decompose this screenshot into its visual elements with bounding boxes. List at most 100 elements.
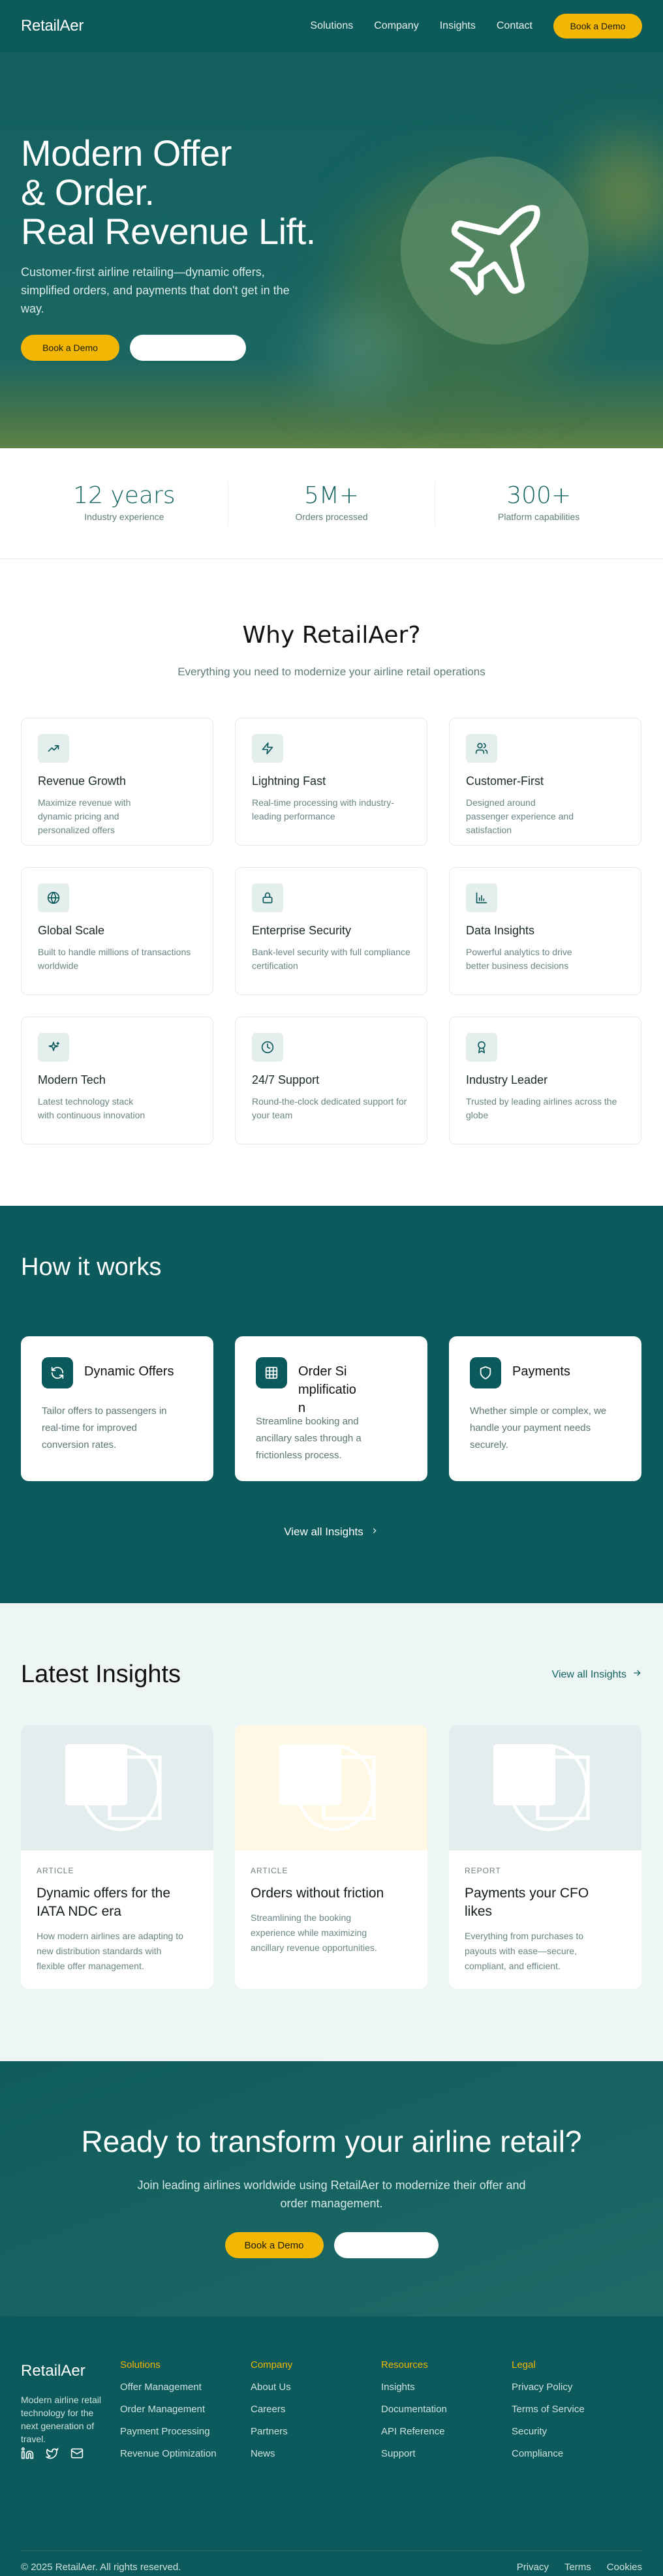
footer-privacy-link[interactable]: Privacy bbox=[517, 2562, 549, 2573]
feature-title: Customer-First bbox=[466, 774, 544, 788]
hero-secondary-button[interactable] bbox=[130, 335, 246, 361]
globe-icon bbox=[38, 883, 69, 912]
step-card: Payments Whether simple or complex, we h… bbox=[449, 1336, 641, 1481]
stat-label: Orders processed bbox=[295, 511, 368, 522]
nav-contact[interactable]: Contact bbox=[497, 20, 532, 32]
step-card: Dynamic Offers Tailor offers to passenge… bbox=[21, 1336, 213, 1481]
hero-title-line: Real Revenue Lift. bbox=[21, 211, 316, 252]
nav-company[interactable]: Company bbox=[374, 20, 418, 32]
footer-column-title: Legal bbox=[512, 2359, 536, 2370]
insights-grid: ARTICLE Dynamic offers for the IATA NDC … bbox=[21, 1725, 642, 1989]
nav-solutions[interactable]: Solutions bbox=[310, 20, 353, 32]
insight-card[interactable]: ARTICLE Orders without friction Streamli… bbox=[235, 1725, 427, 1989]
footer-link[interactable]: Privacy Policy bbox=[512, 2382, 642, 2393]
view-all-insights-link[interactable]: View all Insights bbox=[21, 1526, 642, 1539]
steps-grid: Dynamic Offers Tailor offers to passenge… bbox=[21, 1336, 642, 1481]
footer-link[interactable]: Careers bbox=[251, 2404, 381, 2415]
feature-card: Modern Tech Latest technology stack with… bbox=[21, 1017, 213, 1144]
hero-illustration bbox=[401, 157, 589, 345]
insight-title: Payments your CFO likes bbox=[465, 1886, 589, 1919]
cta-subtitle: Join leading airlines worldwide using Re… bbox=[137, 2179, 526, 2210]
footer-cookies-link[interactable]: Cookies bbox=[607, 2562, 642, 2573]
footer-link[interactable]: Partners bbox=[251, 2426, 381, 2437]
footer-tagline: Modern airline retail technology for the… bbox=[21, 2395, 101, 2444]
insight-desc: How modern airlines are adapting to new … bbox=[37, 1931, 183, 1971]
section-subtitle: Everything you need to modernize your ai… bbox=[177, 666, 486, 678]
feature-title: Revenue Growth bbox=[38, 774, 127, 788]
insight-image bbox=[235, 1725, 427, 1850]
insight-title: Orders without friction bbox=[251, 1886, 384, 1901]
feature-card: Industry Leader Trusted by leading airli… bbox=[449, 1017, 641, 1144]
insight-card[interactable]: REPORT Payments your CFO likes Everythin… bbox=[449, 1725, 641, 1989]
mail-icon[interactable] bbox=[70, 2447, 84, 2463]
feature-desc: Trusted by leading airlines across the g… bbox=[466, 1096, 617, 1120]
feature-card: Enterprise Security Bank-level security … bbox=[235, 867, 427, 995]
footer-link[interactable]: News bbox=[251, 2448, 381, 2459]
logo[interactable]: RetailAer bbox=[21, 17, 84, 35]
footer-column-title: Company bbox=[251, 2359, 293, 2370]
step-title: Dynamic Offers bbox=[84, 1364, 174, 1379]
footer-link[interactable]: Insights bbox=[381, 2382, 512, 2393]
step-desc: Streamline booking and ancillary sales t… bbox=[256, 1416, 362, 1461]
feature-desc: Built to handle millions of transactions… bbox=[38, 947, 191, 971]
shield-icon bbox=[470, 1357, 501, 1388]
footer-logo[interactable]: RetailAer bbox=[21, 2362, 120, 2380]
footer-link[interactable]: Terms of Service bbox=[512, 2404, 642, 2415]
footer-link[interactable]: Order Management bbox=[120, 2404, 251, 2415]
insight-type: REPORT bbox=[465, 1866, 501, 1875]
sparkles-icon bbox=[38, 1033, 69, 1062]
footer-column-title: Solutions bbox=[120, 2359, 161, 2370]
cta-secondary-button[interactable] bbox=[333, 2232, 439, 2258]
social-links bbox=[21, 2447, 120, 2463]
footer-terms-link[interactable]: Terms bbox=[564, 2562, 591, 2573]
hero-glow bbox=[307, 307, 405, 398]
lock-icon bbox=[252, 883, 283, 912]
refresh-icon bbox=[42, 1357, 73, 1388]
link-label: View all Insights bbox=[284, 1526, 363, 1538]
insight-card[interactable]: ARTICLE Dynamic offers for the IATA NDC … bbox=[21, 1725, 213, 1989]
feature-title: Modern Tech bbox=[38, 1073, 106, 1086]
footer-link[interactable]: Documentation bbox=[381, 2404, 512, 2415]
nav-book-demo-button[interactable]: Book a Demo bbox=[553, 14, 642, 38]
section-title: Why RetailAer? bbox=[242, 622, 421, 649]
hero-subtitle: Customer-first airline retailing—dynamic… bbox=[21, 266, 290, 315]
feature-desc: Round-the-clock dedicated support for yo… bbox=[252, 1096, 407, 1120]
insight-type: ARTICLE bbox=[37, 1866, 74, 1875]
step-desc: Whether simple or complex, we handle you… bbox=[470, 1405, 607, 1450]
nav-insights[interactable]: Insights bbox=[440, 20, 476, 32]
view-all-insights-link[interactable]: View all Insights bbox=[552, 1668, 642, 1681]
hero-book-demo-button[interactable]: Book a Demo bbox=[21, 335, 119, 361]
image-placeholder-icon bbox=[493, 1744, 589, 1832]
footer-column: Company About Us Careers Partners News bbox=[251, 2359, 381, 2463]
section-title: How it works bbox=[21, 1253, 162, 1281]
footer-link[interactable]: Revenue Optimization bbox=[120, 2448, 251, 2459]
footer-link[interactable]: Compliance bbox=[512, 2448, 642, 2459]
feature-desc: Powerful analytics to drive better busin… bbox=[466, 947, 572, 971]
zap-icon bbox=[252, 734, 283, 763]
bar-chart-icon bbox=[466, 883, 497, 912]
stat-label: Industry experience bbox=[84, 511, 164, 522]
footer-link[interactable]: Payment Processing bbox=[120, 2426, 251, 2437]
why-section: Why RetailAer? Everything you need to mo… bbox=[0, 559, 663, 1206]
stats-section: 12 years Industry experience 5M+ Orders pr… bbox=[0, 448, 663, 559]
cta-book-demo-button[interactable]: Book a Demo bbox=[224, 2232, 324, 2258]
footer-link[interactable]: API Reference bbox=[381, 2426, 512, 2437]
hero-content: Modern Offer & Order. Real Revenue Lift.… bbox=[21, 134, 316, 361]
twitter-icon[interactable] bbox=[44, 2447, 59, 2463]
insight-image bbox=[449, 1725, 641, 1850]
footer: RetailAer Modern airline retail technolo… bbox=[0, 2316, 663, 2576]
footer-link[interactable]: Security bbox=[512, 2426, 642, 2437]
cta-title: Ready to transform your airline retail? bbox=[81, 2124, 582, 2158]
feature-title: Enterprise Security bbox=[252, 924, 352, 937]
linkedin-icon[interactable] bbox=[21, 2447, 34, 2463]
arrow-right-icon bbox=[632, 1668, 642, 1681]
nav-links: Solutions Company Insights Contact Book … bbox=[310, 14, 642, 38]
footer-link[interactable]: About Us bbox=[251, 2382, 381, 2393]
grid-icon bbox=[256, 1357, 287, 1388]
footer-link[interactable]: Support bbox=[381, 2448, 512, 2459]
stat-value: 300+ bbox=[506, 482, 572, 509]
section-title: Latest Insights bbox=[21, 1661, 181, 1688]
feature-desc: Bank-level security with full compliance… bbox=[252, 947, 410, 971]
footer-link[interactable]: Offer Management bbox=[120, 2382, 251, 2393]
insight-title: Dynamic offers for the IATA NDC era bbox=[37, 1886, 171, 1919]
